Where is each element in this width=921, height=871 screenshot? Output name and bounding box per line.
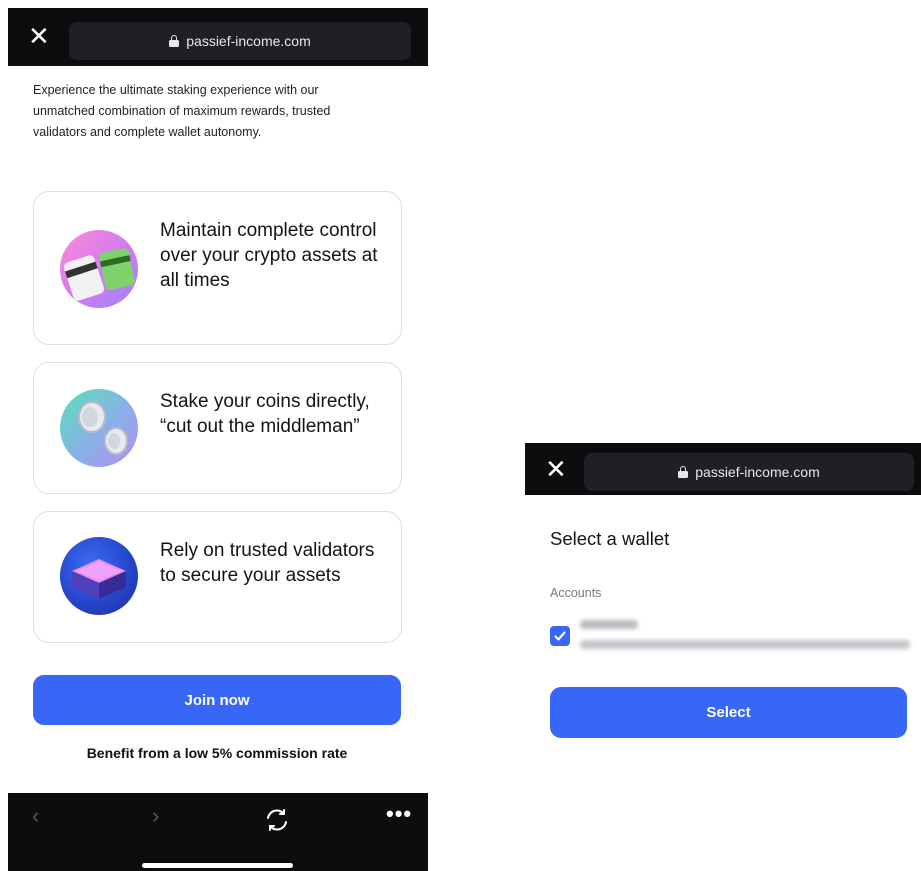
validator-block-icon bbox=[60, 537, 138, 615]
intro-text: Experience the ultimate staking experien… bbox=[33, 83, 331, 139]
account-checkbox[interactable] bbox=[550, 626, 570, 646]
browser-topbar: ✕ passief-income.com bbox=[8, 8, 428, 66]
account-address-redacted[interactable] bbox=[580, 640, 910, 649]
feature-text: Rely on trusted validators to secure you… bbox=[160, 540, 375, 586]
feature-card-control: Maintain complete control over your cryp… bbox=[33, 191, 402, 345]
page-title: Select a wallet bbox=[550, 528, 670, 549]
lock-icon bbox=[678, 466, 689, 478]
select-button[interactable]: Select bbox=[550, 687, 907, 738]
close-icon[interactable]: ✕ bbox=[545, 456, 567, 482]
join-now-button[interactable]: Join now bbox=[33, 675, 401, 725]
url-text: passief-income.com bbox=[186, 33, 311, 49]
browser-topbar: ✕ passief-income.com bbox=[525, 443, 921, 495]
home-indicator bbox=[142, 863, 293, 868]
feature-card-stake: Stake your coins directly, “cut out the … bbox=[33, 362, 402, 494]
left-screen: ✕ passief-income.com Experience the ulti… bbox=[8, 8, 428, 871]
url-text: passief-income.com bbox=[695, 464, 820, 480]
more-icon[interactable]: ••• bbox=[386, 801, 412, 827]
url-bar[interactable]: passief-income.com bbox=[584, 453, 914, 491]
feature-text: Maintain complete control over your cryp… bbox=[160, 220, 378, 291]
feature-card-validators: Rely on trusted validators to secure you… bbox=[33, 511, 402, 643]
coins-icon bbox=[60, 389, 138, 467]
right-screen: ✕ passief-income.com Select a wallet Acc… bbox=[525, 443, 921, 743]
close-icon[interactable]: ✕ bbox=[28, 23, 50, 49]
refresh-icon[interactable] bbox=[264, 807, 290, 838]
feature-text: Stake your coins directly, “cut out the … bbox=[160, 391, 370, 437]
url-bar[interactable]: passief-income.com bbox=[69, 22, 411, 60]
accounts-label: Accounts bbox=[550, 586, 602, 600]
cards-icon bbox=[60, 230, 138, 308]
benefit-text: Benefit from a low 5% commission rate bbox=[86, 745, 348, 761]
forward-icon[interactable]: › bbox=[152, 803, 159, 829]
account-name-redacted[interactable] bbox=[580, 620, 638, 629]
browser-bottombar: ‹ › ••• bbox=[8, 793, 428, 871]
lock-icon bbox=[169, 35, 180, 47]
back-icon[interactable]: ‹ bbox=[32, 803, 39, 829]
